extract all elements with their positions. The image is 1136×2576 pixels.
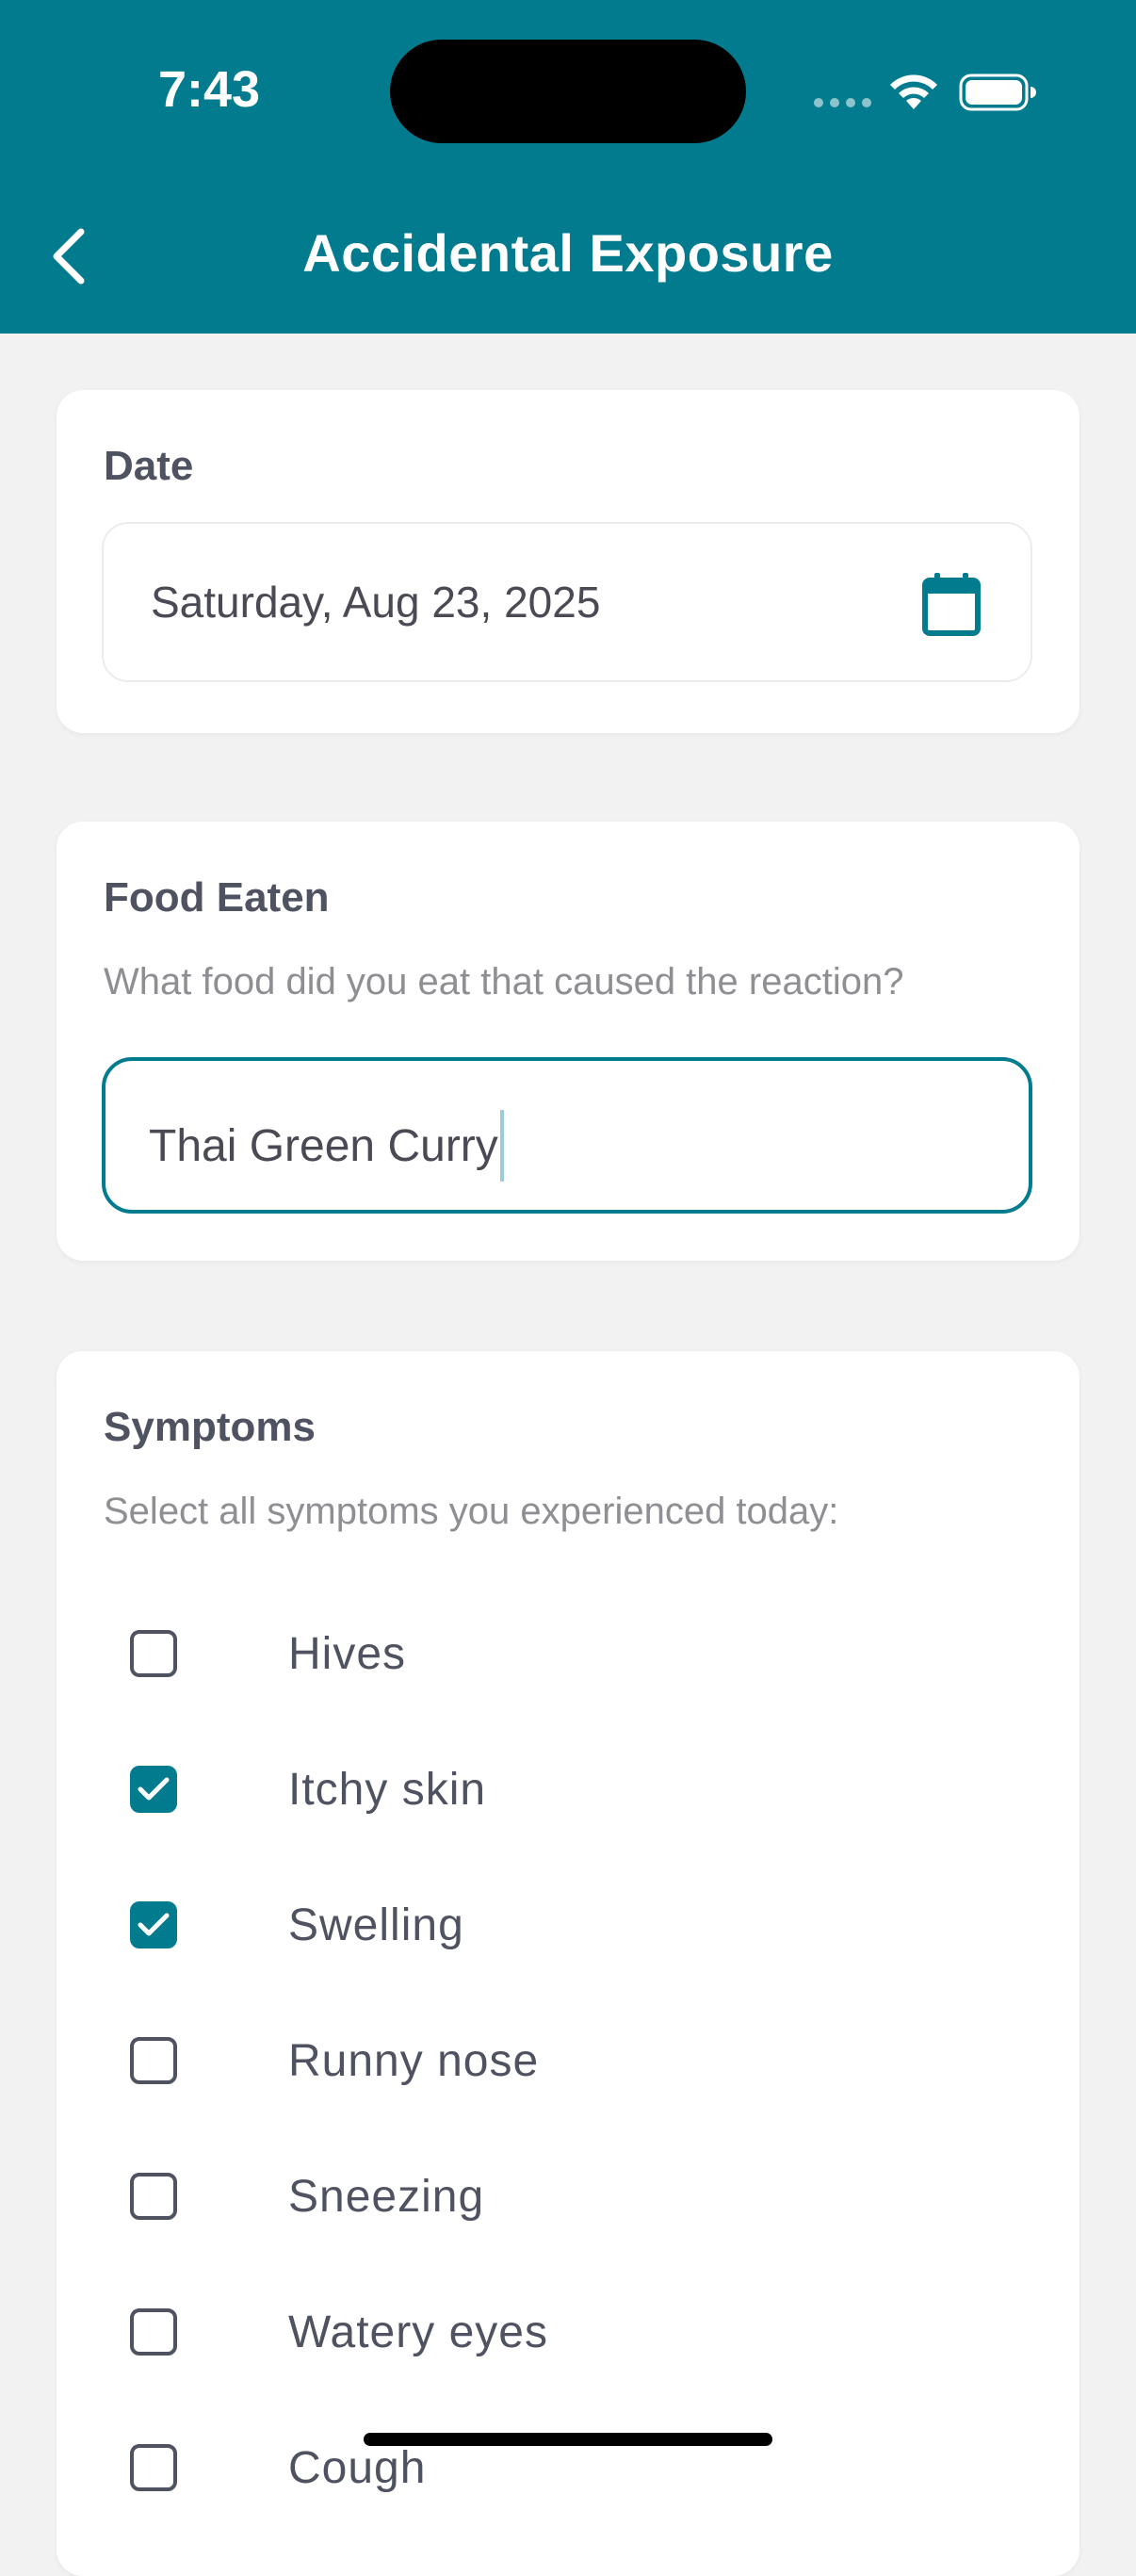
checkmark-icon (138, 1777, 170, 1801)
symptom-option[interactable]: Itchy skin (130, 1737, 978, 1841)
date-card: Date Saturday, Aug 23, 2025 (57, 390, 1079, 733)
app-header: 7:43 Accidental Exposure (0, 0, 1136, 334)
symptom-label: Runny nose (288, 2035, 540, 2086)
text-cursor (499, 1110, 504, 1182)
food-card: Food Eaten What food did you eat that ca… (57, 822, 1079, 1261)
symptoms-card: Symptoms Select all symptoms you experie… (57, 1351, 1079, 2576)
symptom-option[interactable]: Runny nose (130, 2009, 978, 2112)
symptom-checkbox[interactable] (130, 2308, 177, 2356)
symptom-option[interactable]: Swelling (130, 1873, 978, 1977)
symptom-option[interactable]: Cough (130, 2416, 978, 2519)
symptom-label: Itchy skin (288, 1764, 487, 1815)
status-time: 7:43 (158, 61, 261, 118)
battery-icon (959, 73, 1036, 116)
wifi-icon (887, 72, 940, 116)
food-help-text: What food did you eat that caused the re… (104, 961, 904, 1003)
symptoms-label: Symptoms (104, 1404, 316, 1450)
symptom-checkbox[interactable] (130, 1766, 177, 1813)
home-indicator (364, 2433, 772, 2446)
food-label: Food Eaten (104, 874, 330, 921)
symptom-label: Sneezing (288, 2171, 485, 2222)
symptom-option[interactable]: Hives (130, 1602, 978, 1705)
symptom-label: Watery eyes (288, 2307, 548, 2357)
dynamic-island (390, 40, 746, 143)
symptom-checkbox[interactable] (130, 1630, 177, 1677)
symptom-option[interactable]: Watery eyes (130, 2280, 978, 2384)
symptom-option[interactable]: Sneezing (130, 2144, 978, 2248)
symptoms-help-text: Select all symptoms you experienced toda… (104, 1491, 839, 1532)
page-title: Accidental Exposure (302, 223, 834, 283)
calendar-icon (922, 573, 981, 636)
cellular-signal-icon (814, 98, 871, 107)
symptom-checkbox[interactable] (130, 2444, 177, 2491)
food-input[interactable]: Thai Green Curry (102, 1057, 1032, 1214)
symptom-label: Swelling (288, 1899, 464, 1950)
checkmark-icon (138, 1913, 170, 1936)
food-input-value: Thai Green Curry (149, 1120, 498, 1171)
symptom-checkbox[interactable] (130, 1901, 177, 1948)
symptom-checkbox[interactable] (130, 2173, 177, 2220)
date-label: Date (104, 443, 194, 489)
symptom-checkbox[interactable] (130, 2037, 177, 2084)
symptom-label: Cough (288, 2442, 427, 2493)
date-value: Saturday, Aug 23, 2025 (151, 578, 601, 627)
symptom-label: Hives (288, 1628, 407, 1679)
date-picker-field[interactable]: Saturday, Aug 23, 2025 (102, 522, 1032, 682)
